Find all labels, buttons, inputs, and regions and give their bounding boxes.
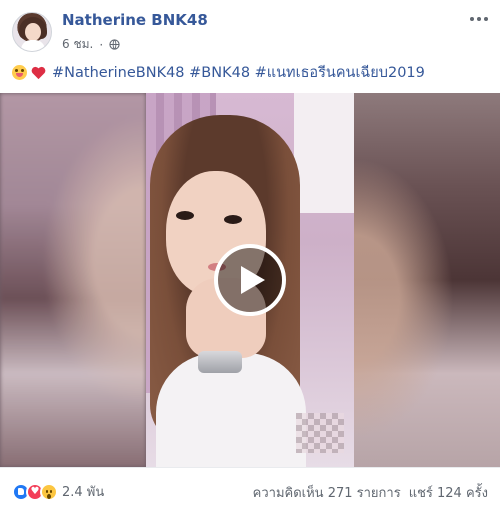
video-blur-left [0, 93, 146, 467]
post-timestamp[interactable]: 6 ชม. [62, 35, 93, 54]
play-icon [241, 266, 265, 294]
wristwatch [198, 351, 242, 373]
red-heart-emoji [31, 66, 46, 79]
more-options-icon[interactable] [468, 14, 488, 24]
meta-separator: · [99, 37, 104, 52]
shares-count-link[interactable]: แชร์ 124 ครั้ง [409, 482, 488, 503]
post-footer: 2.4 พัน ความคิดเห็น 271 รายการ แชร์ 124 … [0, 467, 500, 509]
video-player[interactable] [0, 93, 500, 467]
video-blur-right [354, 93, 500, 467]
comments-count-link[interactable]: ความคิดเห็น 271 รายการ [253, 482, 401, 503]
page-avatar[interactable] [12, 12, 52, 52]
caption-hashtags[interactable]: #NatherineBNK48 #BNK48 #แนทเธอรีนคนเฉียบ… [52, 61, 425, 84]
post-stats: ความคิดเห็น 271 รายการ แชร์ 124 ครั้ง [253, 482, 488, 503]
post-header: Natherine BNK48 6 ชม. · [0, 0, 500, 56]
page-name-link[interactable]: Natherine BNK48 [62, 11, 208, 29]
wow-reaction-icon [40, 482, 58, 501]
reactions-summary[interactable]: 2.4 พัน [12, 481, 104, 502]
globe-icon[interactable] [109, 39, 120, 50]
play-button[interactable] [214, 244, 286, 316]
reaction-count[interactable]: 2.4 พัน [62, 481, 104, 502]
facebook-post: Natherine BNK48 6 ชม. · #NatherineBNK48 … [0, 0, 500, 509]
squinting-face-tongue-emoji [12, 65, 27, 80]
pixelated-area [296, 413, 344, 453]
post-caption: #NatherineBNK48 #BNK48 #แนทเธอรีนคนเฉียบ… [12, 61, 425, 84]
post-meta: 6 ชม. · [62, 35, 120, 54]
